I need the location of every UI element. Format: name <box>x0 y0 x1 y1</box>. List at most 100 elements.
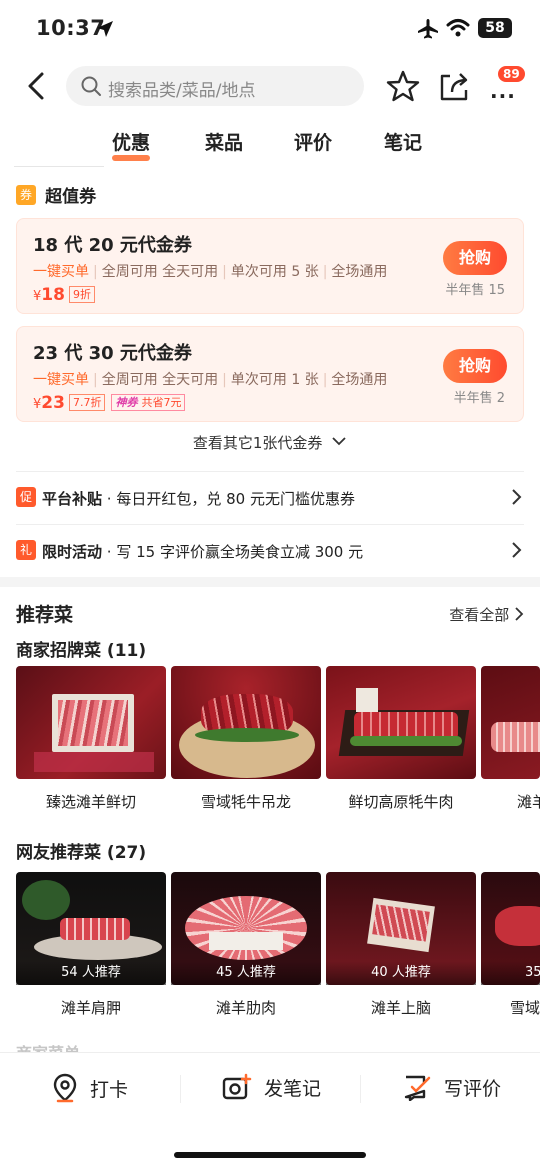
tab-label: 评价 <box>294 132 333 154</box>
search-input[interactable]: 搜索品类/菜品/地点 <box>66 66 364 106</box>
buy-button[interactable]: 抢购 <box>443 349 507 383</box>
coupon-name: 23 代 30 元代金券 <box>33 343 192 364</box>
section-tabs: 优惠 菜品 评价 笔记 <box>0 128 540 168</box>
tab-label: 笔记 <box>384 132 423 154</box>
dish-name: 臻选滩羊鲜切 <box>45 793 136 811</box>
dish-card[interactable]: 54 人推荐 滩羊肩胛 <box>16 872 166 1018</box>
chevron-right-icon <box>512 489 522 505</box>
coupon-card[interactable]: 18 代 20 元代金券 一键买单 | 全周可用 全天可用 | 单次可用 5 张 | 全场通… <box>16 218 524 314</box>
section-divider <box>0 577 540 587</box>
dish-card[interactable]: 滩羊 <box>481 666 540 812</box>
promo-row-subsidy[interactable]: 促 平台补贴 · 每日开红包，兑 80 元无门槛优惠券 <box>16 471 524 523</box>
recommend-count: 35 <box>481 961 540 985</box>
chevron-right-icon <box>515 607 524 621</box>
bar-separator <box>180 1075 181 1103</box>
more-menu-button[interactable]: ··· 89 <box>488 66 525 108</box>
chevron-right-icon <box>512 542 522 558</box>
more-coupons-label: 查看其它1张代金券 <box>192 434 323 452</box>
write-review-label: 写评价 <box>444 1077 502 1100</box>
dish-card[interactable]: 40 人推荐 滩羊上脑 <box>326 872 476 1018</box>
checkin-button[interactable]: 打卡 <box>52 1073 128 1103</box>
notification-badge: 89 <box>498 66 525 82</box>
coupon-tag: 全场通用 <box>331 372 388 388</box>
tab-reviews[interactable]: 评价 <box>294 128 332 155</box>
dish-card[interactable]: 雪域牦牛吊龙 <box>171 666 321 812</box>
battery-indicator: 58 <box>478 18 512 38</box>
promo-text: 平台补贴 · 每日开红包，兑 80 元无门槛优惠券 <box>42 488 355 509</box>
promo-detail: · 每日开红包，兑 80 元无门槛优惠券 <box>102 490 355 508</box>
dish-card[interactable]: 35 雪域 <box>481 872 540 1018</box>
dish-image <box>171 666 321 779</box>
bar-separator <box>360 1075 361 1103</box>
coupon-tag: 一键买单 <box>33 264 89 280</box>
promo-row-activity[interactable]: 礼 限时活动 · 写 15 字评价赢全场美食立减 300 元 <box>16 524 524 576</box>
dish-name: 滩羊 <box>517 793 540 811</box>
camera-plus-icon <box>222 1073 252 1100</box>
edit-review-icon <box>404 1075 431 1102</box>
promo-bold: 限时活动 <box>42 543 103 561</box>
search-icon <box>81 76 101 96</box>
status-bar: 10:37 58 <box>0 0 540 56</box>
coupon-tag: 全周可用 全天可用 <box>101 264 219 280</box>
promo-tag: 礼 <box>16 540 36 560</box>
shen-label: 神券 <box>115 396 138 409</box>
dish-name: 鲜切高原牦牛肉 <box>348 793 454 811</box>
dish-image <box>481 666 540 779</box>
shen-save: 共省7元 <box>141 396 182 409</box>
promo-tag: 促 <box>16 487 36 507</box>
post-note-button[interactable]: 发笔记 <box>222 1073 321 1101</box>
recommend-count: 54 人推荐 <box>16 961 166 985</box>
coupon-price: ¥18 9折 <box>33 285 95 305</box>
share-icon[interactable] <box>438 70 470 102</box>
status-time: 10:37 <box>36 16 106 40</box>
tab-notes[interactable]: 笔记 <box>384 128 422 155</box>
dish-card[interactable]: 臻选滩羊鲜切 <box>16 666 166 812</box>
coupon-card[interactable]: 23 代 30 元代金券 一键买单 | 全周可用 全天可用 | 单次可用 1 张 | 全场通… <box>16 326 524 422</box>
promo-detail: · 写 15 字评价赢全场美食立减 300 元 <box>102 543 364 561</box>
coupons-header: 券 超值券 <box>16 182 97 207</box>
write-review-button[interactable]: 写评价 <box>402 1073 502 1102</box>
coupon-info: 一键买单 | 全周可用 全天可用 | 单次可用 1 张 | 全场通用 <box>33 372 388 388</box>
coupon-tag: 全周可用 全天可用 <box>101 372 219 388</box>
shen-coupon-badge: 神券 共省7元 <box>111 394 186 411</box>
search-placeholder: 搜索品类/菜品/地点 <box>108 81 256 101</box>
recommend-count: 40 人推荐 <box>326 961 476 985</box>
coupon-icon: 券 <box>16 184 36 205</box>
tab-label: 菜品 <box>205 132 244 154</box>
post-note-label: 发笔记 <box>264 1077 322 1100</box>
dish-name: 滩羊肋肉 <box>215 999 276 1017</box>
home-indicator[interactable] <box>174 1152 366 1158</box>
tab-label: 优惠 <box>112 132 151 154</box>
discount-badge: 7.7折 <box>68 394 106 411</box>
recommend-count: 45 人推荐 <box>171 961 321 985</box>
buy-button[interactable]: 抢购 <box>443 241 507 275</box>
more-coupons-link[interactable]: 查看其它1张代金券 <box>0 432 540 453</box>
chevron-down-icon <box>332 437 346 446</box>
location-arrow-icon <box>97 21 113 37</box>
dish-image <box>326 666 476 779</box>
tab-active-indicator <box>112 155 151 161</box>
coupon-price: ¥23 7.7折 神券 共省7元 <box>33 393 186 413</box>
coupons-title: 超值券 <box>45 187 97 207</box>
back-arrow-icon[interactable] <box>22 70 52 102</box>
dish-name: 滩羊肩胛 <box>60 999 121 1017</box>
price-value: 23 <box>41 393 65 413</box>
more-dots-icon: ··· <box>490 84 516 108</box>
recommend-title: 推荐菜 <box>16 604 74 626</box>
checkin-label: 打卡 <box>90 1078 129 1101</box>
popular-dishes-title: 网友推荐菜 (27) <box>16 843 147 863</box>
dish-card[interactable]: 鲜切高原牦牛肉 <box>326 666 476 812</box>
promo-bold: 平台补贴 <box>42 490 103 508</box>
nav-bar: 搜索品类/菜品/地点 ··· 89 <box>0 60 540 114</box>
price-value: 18 <box>41 285 65 305</box>
dish-name: 滩羊上脑 <box>370 999 431 1017</box>
coupon-name: 18 代 20 元代金券 <box>33 235 192 256</box>
view-all-link[interactable]: 查看全部 <box>449 604 524 625</box>
dish-card[interactable]: 45 人推荐 滩羊肋肉 <box>171 872 321 1018</box>
tab-discount[interactable]: 优惠 <box>112 128 151 161</box>
airplane-icon <box>418 19 438 39</box>
tab-dishes[interactable]: 菜品 <box>205 128 243 155</box>
view-all-label: 查看全部 <box>449 606 510 624</box>
sold-count: 半年售 15 <box>445 283 505 298</box>
favorite-star-icon[interactable] <box>386 70 420 102</box>
